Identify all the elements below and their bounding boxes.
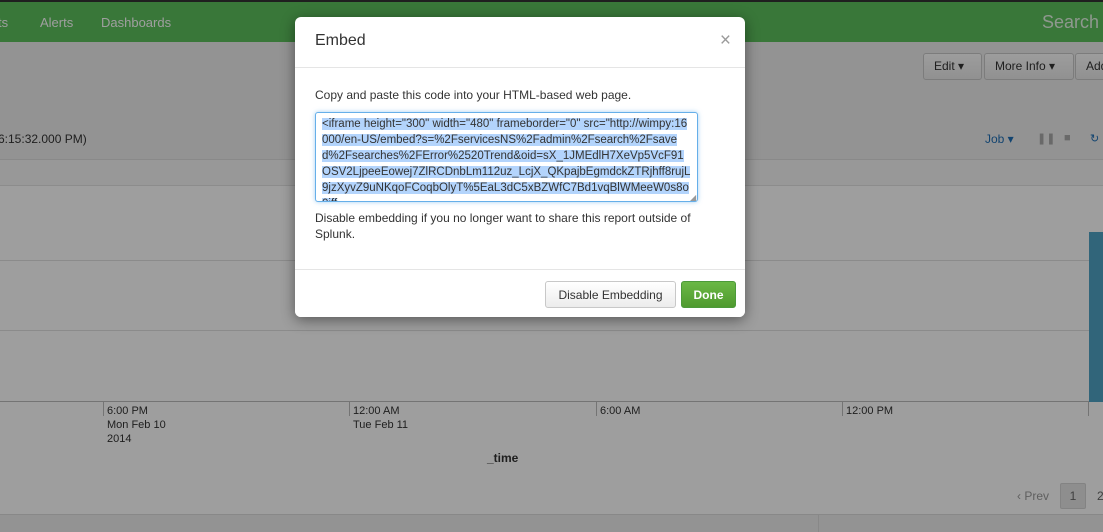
done-button[interactable]: Done (681, 281, 736, 308)
dialog-footer: Disable Embedding Done (295, 269, 745, 317)
embed-dialog: Embed × Copy and paste this code into yo… (295, 17, 745, 317)
dialog-title: Embed (315, 32, 366, 49)
dialog-header: Embed × (295, 17, 745, 68)
close-icon[interactable]: × (720, 31, 731, 51)
disable-embedding-note: Disable embedding if you no longer want … (315, 211, 691, 241)
resize-grip-icon[interactable]: ◢ (690, 194, 696, 202)
embed-instructions: Copy and paste this code into your HTML-… (315, 88, 632, 102)
embed-code-textarea[interactable]: <iframe height="300" width="480" framebo… (315, 112, 698, 202)
disable-embedding-button[interactable]: Disable Embedding (545, 281, 676, 308)
